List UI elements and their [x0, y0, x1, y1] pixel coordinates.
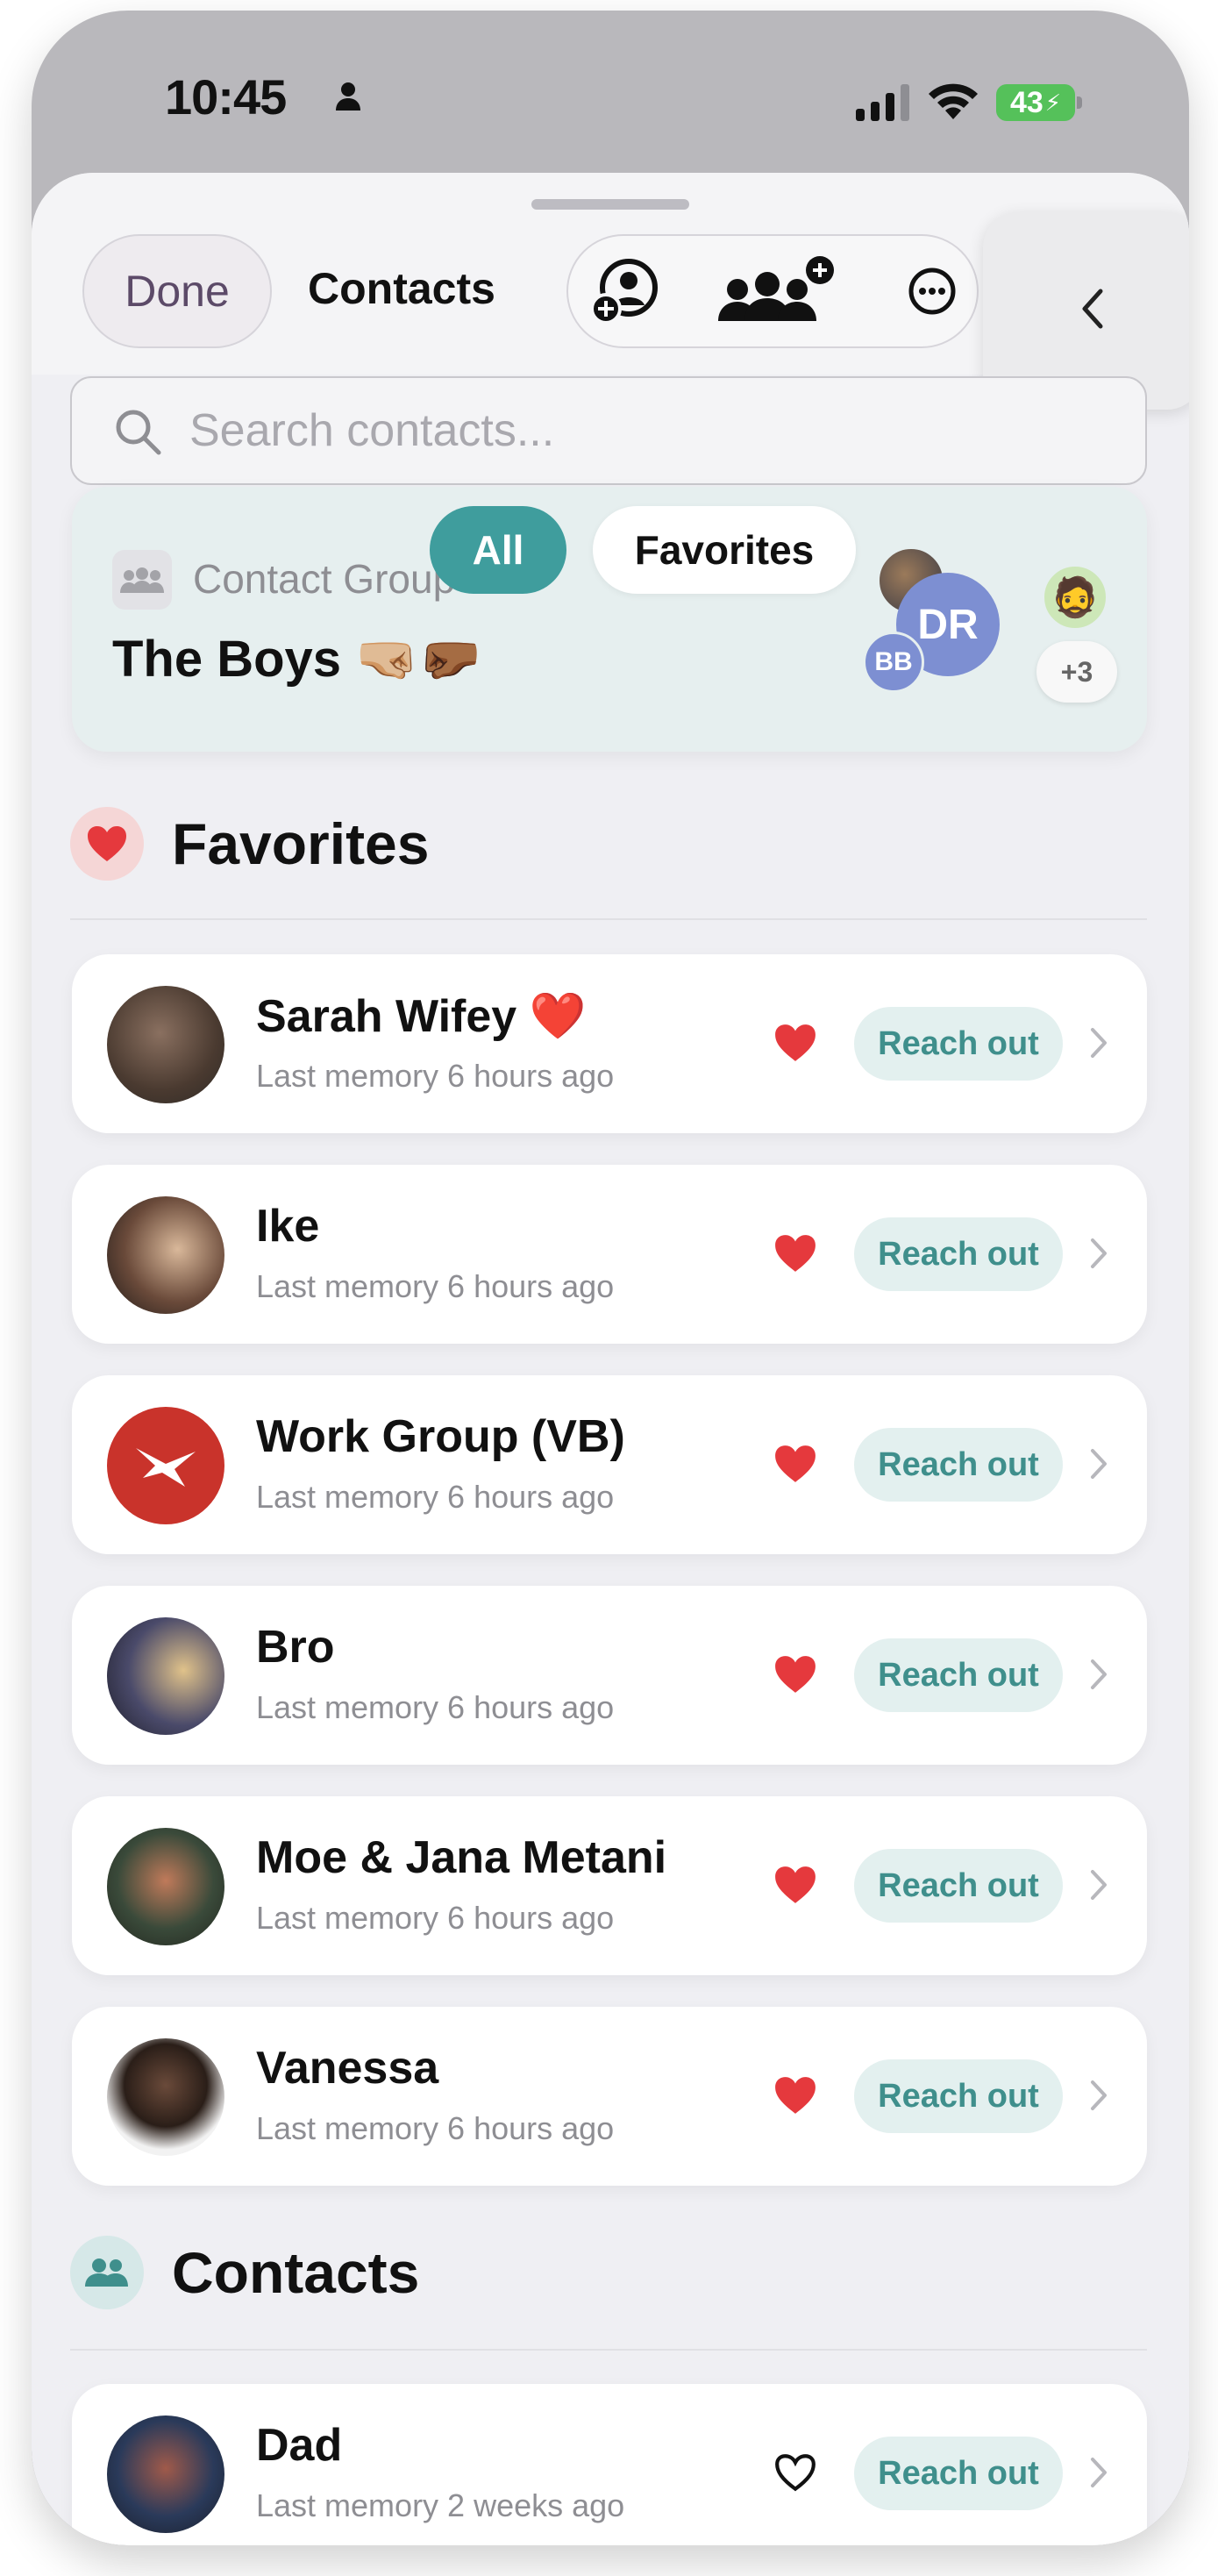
avatar	[107, 2038, 224, 2156]
last-memory-text: Last memory 6 hours ago	[256, 1479, 615, 1515]
favorites-section-header: Favorites	[70, 807, 429, 881]
contact-name: Bro	[256, 1622, 335, 1673]
contact-name: Vanessa	[256, 2043, 439, 2094]
contact-card[interactable]: Moe & Jana Metani Last memory 6 hours ago…	[72, 1796, 1147, 1975]
sheet-grabber[interactable]	[531, 199, 689, 210]
favorite-heart-icon[interactable]	[773, 1654, 817, 1699]
search-icon	[112, 406, 163, 461]
contact-card[interactable]: Work Group (VB) Last memory 6 hours ago Re…	[72, 1375, 1147, 1554]
wifi-icon	[926, 79, 980, 125]
contact-card[interactable]: Dad Last memory 2 weeks ago Reach out	[72, 2384, 1147, 2545]
last-memory-text: Last memory 2 weeks ago	[256, 2487, 625, 2523]
avatar	[107, 986, 224, 1103]
done-button[interactable]: Done	[82, 234, 272, 348]
page-title: Contacts	[308, 264, 495, 313]
favorite-heart-icon[interactable]	[773, 2075, 817, 2120]
group-member-avatar-emoji: 🧔	[1042, 564, 1108, 631]
section-divider	[70, 2349, 1147, 2351]
group-type-label: Contact Group	[193, 556, 456, 602]
heart-outline-icon[interactable]	[773, 2452, 817, 2497]
add-contact-button[interactable]	[584, 253, 663, 332]
contact-name: Sarah Wifey ❤️	[256, 991, 587, 1042]
chevron-right-icon[interactable]	[1089, 1237, 1108, 1274]
reach-out-button[interactable]: Reach out	[854, 1217, 1063, 1291]
battery-tip	[1077, 96, 1082, 109]
avatar	[107, 1828, 224, 1945]
reach-out-button[interactable]: Reach out	[854, 2059, 1063, 2133]
avatar	[107, 2415, 224, 2533]
last-memory-text: Last memory 6 hours ago	[256, 1900, 615, 1936]
contact-name: Dad	[256, 2420, 343, 2471]
avatar	[107, 1407, 224, 1524]
people-icon	[70, 2236, 144, 2309]
add-group-icon	[713, 254, 844, 332]
last-memory-text: Last memory 6 hours ago	[256, 1689, 615, 1725]
phone-frame: 10:45 43 ⚡ Done Contacts Search contacts…	[32, 11, 1189, 2545]
contact-card[interactable]: Bro Last memory 6 hours ago Reach out	[72, 1586, 1147, 1765]
contact-card[interactable]: Sarah Wifey ❤️ Last memory 6 hours ago Rea…	[72, 954, 1147, 1133]
reach-out-button[interactable]: Reach out	[854, 1007, 1063, 1081]
reach-out-button[interactable]: Reach out	[854, 1849, 1063, 1923]
more-options-button[interactable]	[893, 253, 972, 332]
favorite-heart-icon[interactable]	[773, 1865, 817, 1909]
filter-favorites-tab[interactable]: Favorites	[593, 506, 856, 594]
favorite-heart-icon[interactable]	[773, 1233, 817, 1278]
group-name: The Boys 🤜🏼🤛🏾	[112, 631, 482, 688]
chevron-right-icon[interactable]	[1089, 1026, 1108, 1064]
favorites-title: Favorites	[172, 811, 430, 876]
contacts-section-header: Contacts	[70, 2236, 419, 2309]
contact-name: Work Group (VB)	[256, 1411, 625, 1462]
chevron-right-icon[interactable]	[1089, 1447, 1108, 1485]
favorite-heart-icon[interactable]	[773, 1444, 817, 1488]
contact-card[interactable]: Vanessa Last memory 6 hours ago Reach out	[72, 2007, 1147, 2186]
contacts-sheet: Done Contacts Search contacts... Contact…	[32, 173, 1189, 2545]
contact-name: Ike	[256, 1201, 320, 1252]
heart-icon	[70, 807, 144, 881]
last-memory-text: Last memory 6 hours ago	[256, 2110, 615, 2146]
header-actions	[566, 234, 979, 348]
search-field[interactable]: Search contacts...	[70, 376, 1147, 485]
chevron-right-icon[interactable]	[1089, 2079, 1108, 2116]
ellipsis-circle-icon	[908, 267, 957, 320]
cellular-signal-icon	[856, 84, 912, 125]
avatar	[107, 1196, 224, 1314]
contact-name: Moe & Jana Metani	[256, 1832, 667, 1883]
battery-level: 43	[1009, 85, 1043, 119]
more-members-badge: +3	[1036, 641, 1117, 703]
last-memory-text: Last memory 6 hours ago	[256, 1058, 615, 1094]
group-icon	[112, 550, 172, 610]
add-person-icon	[587, 254, 660, 332]
add-group-button[interactable]	[709, 253, 849, 332]
contact-group-card[interactable]: Contact Group The Boys 🤜🏼🤛🏾 All Favorite…	[72, 487, 1147, 752]
status-bar: 10:45 43 ⚡	[32, 11, 1189, 177]
reach-out-button[interactable]: Reach out	[854, 1638, 1063, 1712]
chevron-left-icon	[1079, 287, 1106, 335]
chevron-right-icon[interactable]	[1089, 1658, 1108, 1695]
filter-all-tab[interactable]: All	[430, 506, 566, 594]
chevron-right-icon[interactable]	[1089, 1868, 1108, 1906]
contacts-title: Contacts	[172, 2240, 420, 2305]
contact-card[interactable]: Ike Last memory 6 hours ago Reach out	[72, 1165, 1147, 1344]
status-time: 10:45	[165, 69, 287, 125]
favorite-heart-icon[interactable]	[773, 1023, 817, 1067]
reach-out-button[interactable]: Reach out	[854, 1428, 1063, 1502]
search-placeholder: Search contacts...	[189, 405, 555, 456]
battery-indicator: 43 ⚡	[996, 84, 1075, 121]
chevron-right-icon[interactable]	[1089, 2456, 1108, 2494]
bird-logo-icon	[136, 1448, 196, 1487]
last-memory-text: Last memory 6 hours ago	[256, 1268, 615, 1304]
charging-bolt-icon: ⚡	[1044, 89, 1062, 116]
section-divider	[70, 918, 1147, 920]
avatar	[107, 1617, 224, 1735]
reach-out-button[interactable]: Reach out	[854, 2437, 1063, 2510]
person-icon	[334, 81, 362, 117]
group-member-avatar-initials: BB	[863, 632, 924, 693]
